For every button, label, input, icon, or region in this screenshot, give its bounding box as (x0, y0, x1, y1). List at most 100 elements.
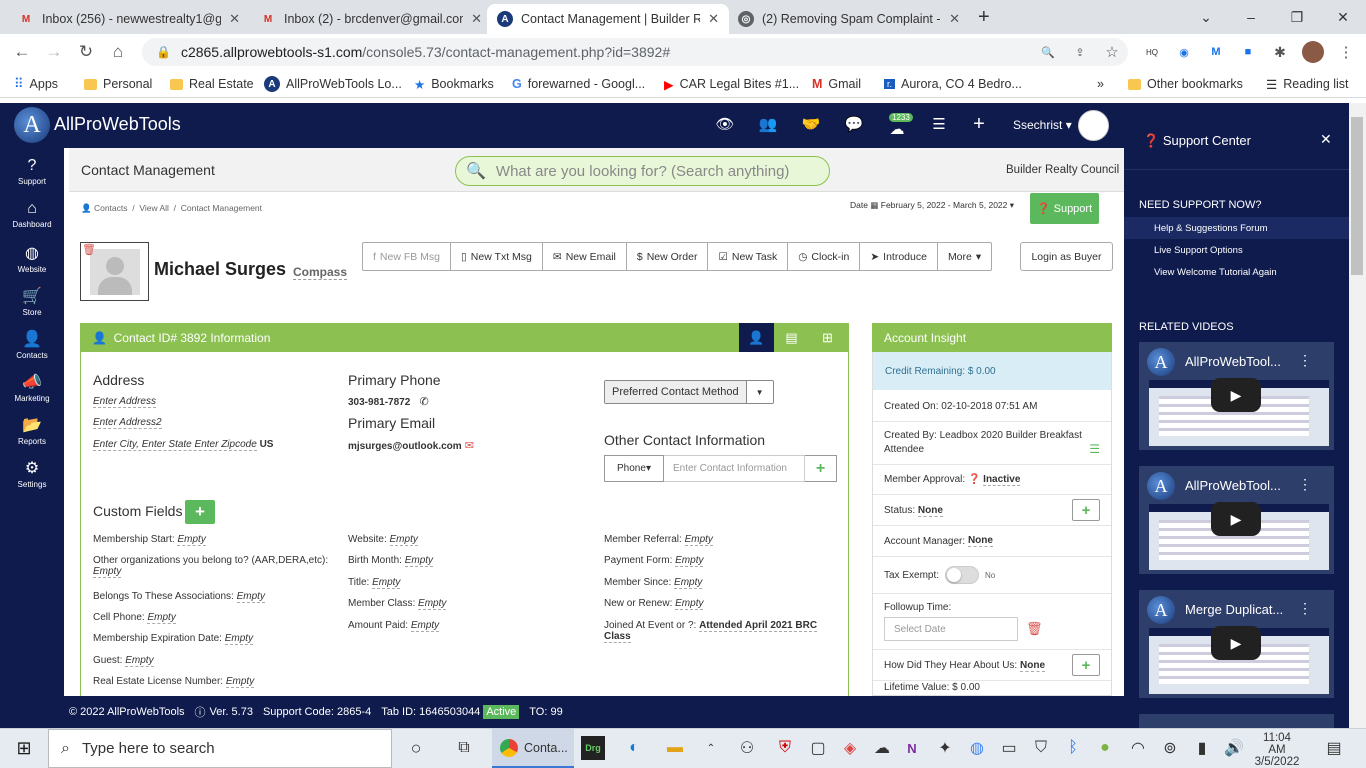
add-contact-info-button[interactable]: + (805, 455, 837, 482)
taskbar-search-input[interactable]: ⌕ Type here to search (48, 729, 392, 768)
city-state-zip-field[interactable]: Enter City, Enter State Enter Zipcode (93, 439, 257, 451)
field-value[interactable]: Empty (404, 555, 434, 567)
restore-icon[interactable]: ❐ (1274, 0, 1320, 34)
scrollbar-thumb[interactable] (1351, 117, 1363, 275)
member-approval-value[interactable]: Inactive (983, 474, 1021, 486)
caret-down-icon[interactable]: ▼ (747, 381, 773, 403)
user-menu[interactable]: Ssechrist ▾ (1013, 118, 1072, 132)
people-icon[interactable]: ⚇ (735, 736, 759, 760)
contact-info-input[interactable]: Enter Contact Information (664, 455, 805, 482)
home-icon[interactable]: ⌂ (106, 40, 130, 64)
users-icon[interactable]: 👥 (755, 113, 781, 135)
custom-field[interactable]: Guest: Empty (93, 655, 154, 667)
field-value[interactable]: Empty (389, 534, 418, 546)
field-value[interactable]: Empty (125, 655, 154, 667)
new-task-button[interactable]: ☑ New Task (708, 243, 789, 270)
clock-in-button[interactable]: ◷ Clock-in (788, 243, 861, 270)
browser-tab-spam[interactable]: ◎ (2) Removing Spam Complaint - A ✕ (728, 4, 970, 34)
breadcrumb-view-all[interactable]: View All (139, 203, 169, 213)
live-support-link[interactable]: Live Support Options (1124, 239, 1349, 261)
contact-name[interactable]: Michael Surges (154, 259, 286, 280)
bookmark-car-legal[interactable]: ▶ CAR Legal Bites #1... (664, 73, 799, 95)
more-button[interactable]: More ▾ (938, 243, 991, 270)
help-forum-link[interactable]: Help & Suggestions Forum (1124, 217, 1349, 239)
sidebar-item-store[interactable]: 🛒 Store (0, 286, 64, 317)
field-value[interactable]: Empty (675, 555, 704, 567)
sidebar-item-contacts[interactable]: 👤 Contacts (0, 329, 64, 360)
welcome-tutorial-link[interactable]: View Welcome Tutorial Again (1124, 261, 1349, 283)
m-extension-icon[interactable]: M (1204, 40, 1228, 64)
volume-icon[interactable]: 🔊 (1222, 736, 1246, 760)
preferred-contact-method-label[interactable]: Preferred Contact Method (605, 381, 747, 403)
eye-icon[interactable]: 👁 (712, 113, 738, 135)
field-value[interactable]: Empty (418, 598, 447, 610)
task-view-icon[interactable]: ⧉ (452, 736, 476, 760)
bookmark-forewarned[interactable]: Gforewarned - Googl... (512, 73, 645, 95)
sidebar-item-marketing[interactable]: 📣 Marketing (0, 372, 64, 403)
window-close-icon[interactable]: ✕ (1320, 0, 1366, 34)
wifi-icon[interactable]: ◠ (1126, 736, 1150, 760)
more-options-icon[interactable]: ⋮ (1298, 476, 1312, 493)
bookmark-star-icon[interactable]: ☆ (1100, 40, 1124, 64)
tab-search-icon[interactable]: ⌄ (1183, 0, 1229, 34)
taskbar-chrome-app[interactable]: Conta... (492, 729, 574, 768)
custom-field[interactable]: Belongs To These Associations: Empty (93, 591, 265, 603)
bookmark-reading-list[interactable]: ☰ Reading list (1266, 73, 1349, 95)
add-hear-about-button[interactable]: + (1072, 654, 1100, 676)
related-video[interactable]: A Merge Duplicat... ⋮ ▶ (1139, 590, 1334, 698)
profile-avatar[interactable] (1302, 41, 1324, 63)
bookmark-aurora[interactable]: r. Aurora, CO 4 Bedro... (884, 73, 1022, 95)
taskbar-clock[interactable]: 11:04 AM 3/5/2022 (1254, 732, 1300, 768)
bluetooth-icon[interactable]: ᛒ (1061, 736, 1085, 760)
new-tab-icon[interactable]: + (978, 6, 990, 29)
onenote-icon[interactable]: N (900, 736, 924, 760)
tab-hierarchy[interactable]: ⊞ (810, 323, 845, 352)
minimize-icon[interactable]: – (1228, 0, 1274, 34)
tab-contact-info[interactable]: 👤 (739, 323, 774, 352)
envelope-icon[interactable]: ✉ (465, 440, 474, 452)
allprowebtools-logo-icon[interactable]: A (14, 107, 50, 143)
bookmarks-overflow-icon[interactable]: » (1097, 73, 1104, 95)
drg-app-icon[interactable]: Drg (581, 736, 605, 760)
account-manager-value[interactable]: None (967, 535, 993, 547)
field-value[interactable]: Empty (410, 620, 440, 632)
login-as-buyer-button[interactable]: Login as Buyer (1020, 242, 1113, 271)
breadcrumb-contacts[interactable]: Contacts (94, 203, 128, 213)
list-icon[interactable]: ☰ (1089, 442, 1100, 456)
contact-company[interactable]: Compass (293, 265, 348, 280)
custom-field[interactable]: Other organizations you belong to? (AAR,… (93, 555, 328, 578)
zoom-meeting-icon[interactable]: ■ (1236, 40, 1260, 64)
zoom-icon[interactable]: 🔍 (1036, 40, 1060, 64)
play-icon[interactable]: ▶ (1211, 502, 1261, 536)
custom-field[interactable]: Title: Empty (348, 577, 401, 589)
close-icon[interactable]: ✕ (708, 11, 719, 27)
chat-icon[interactable]: 💬 (841, 113, 867, 135)
close-icon[interactable]: ✕ (1320, 131, 1332, 148)
display-icon[interactable]: ▭ (997, 736, 1021, 760)
mcafee-icon[interactable]: ⛨ (773, 736, 797, 760)
custom-field[interactable]: Birth Month: Empty (348, 555, 434, 567)
primary-email[interactable]: mjsurges@outlook.com ✉ (348, 439, 474, 452)
trash-icon[interactable]: 🗑 (1026, 621, 1043, 637)
close-icon[interactable]: ✕ (229, 11, 240, 27)
custom-field[interactable]: Amount Paid: Empty (348, 620, 440, 632)
play-icon[interactable]: ▶ (1211, 626, 1261, 660)
field-value[interactable]: Empty (93, 566, 122, 578)
forward-icon[interactable]: → (42, 40, 66, 64)
file-explorer-icon[interactable]: ▬ (663, 736, 687, 760)
taskbar-scroll-icon[interactable]: ⌃ (699, 736, 723, 760)
add-custom-field-button[interactable]: + (185, 500, 215, 524)
custom-field[interactable]: Member Class: Empty (348, 598, 447, 610)
bookmark-apps[interactable]: ⠿ Apps (14, 73, 58, 95)
new-fb-msg-button[interactable]: f New FB Msg (363, 243, 452, 270)
new-txt-msg-button[interactable]: ▯ New Txt Msg (451, 243, 543, 270)
question-circle-icon[interactable]: ❓ (968, 474, 980, 485)
country-value[interactable]: US (260, 439, 274, 450)
browser-tab-contact-management[interactable]: A Contact Management | Builder Re ✕ (487, 4, 729, 34)
menu-icon[interactable]: ⋮ (1334, 40, 1358, 64)
introduce-button[interactable]: ➤ Introduce (860, 243, 938, 270)
bookmark-gmail[interactable]: M Gmail (812, 73, 861, 95)
global-search-input[interactable]: 🔍 What are you looking for? (Search anyt… (455, 156, 830, 186)
back-icon[interactable]: ← (10, 40, 34, 64)
field-value[interactable]: Empty (225, 676, 255, 688)
